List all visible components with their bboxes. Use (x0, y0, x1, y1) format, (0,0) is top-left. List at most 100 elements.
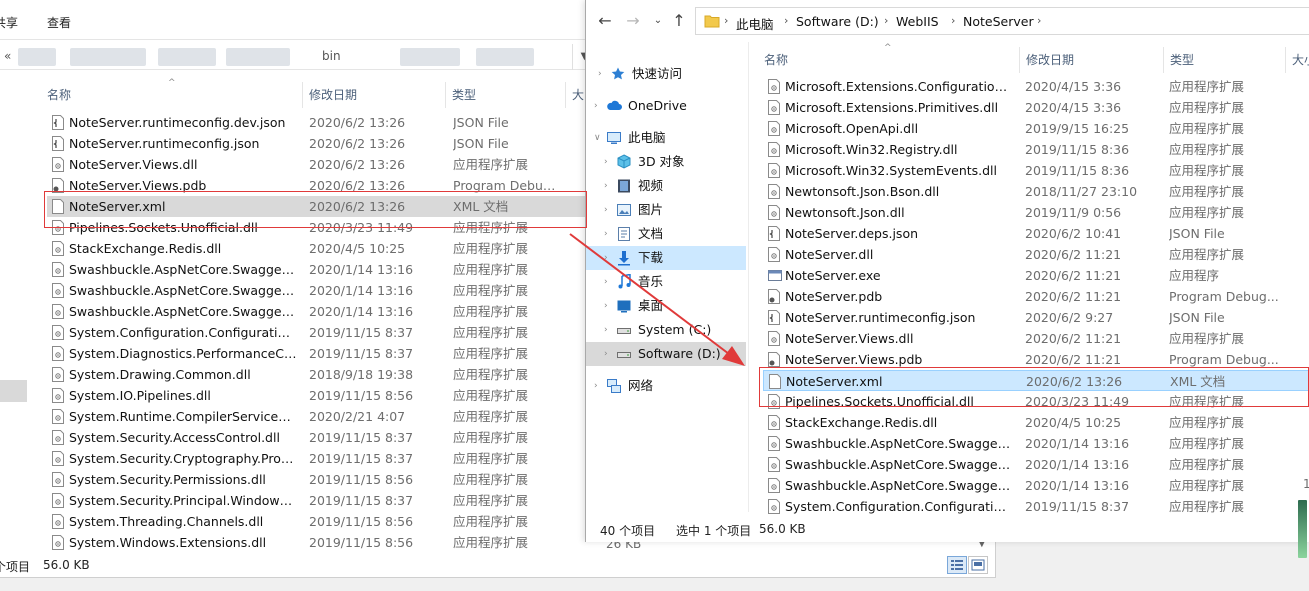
file-row[interactable]: System.Drawing.Common.dll 2018/9/18 19:38… (47, 364, 587, 385)
file-row[interactable]: Microsoft.Extensions.Primitives.dll 2020/… (763, 97, 1309, 118)
right-address-bar[interactable]: › 此电脑 › Software (D:) › WebIIS › NoteSer… (695, 7, 1309, 35)
file-row[interactable]: System.Diagnostics.PerformanceCou... 2019… (47, 343, 587, 364)
file-row[interactable]: Newtonsoft.Json.Bson.dll 2018/11/27 23:10… (763, 181, 1309, 202)
file-row[interactable]: System.Security.Permissions.dll 2019/11/1… (47, 469, 587, 490)
nav-item-label: 此电脑 (628, 130, 666, 145)
file-row[interactable]: Pipelines.Sockets.Unofficial.dll 2020/3/2… (47, 217, 587, 238)
blurred-path (70, 48, 146, 66)
column-name[interactable]: 名称 (758, 47, 1020, 73)
breadcrumb-this-pc[interactable]: 此电脑 (736, 14, 774, 33)
column-date[interactable]: 修改日期 (1020, 47, 1164, 73)
expand-icon[interactable]: › (604, 174, 608, 198)
file-date: 2019/11/15 8:36 (1025, 163, 1130, 178)
file-row[interactable]: Swashbuckle.AspNetCore.SwaggerUI... 2020/… (47, 301, 587, 322)
breadcrumb-noteserver[interactable]: NoteServer (963, 14, 1034, 29)
file-row[interactable]: Swashbuckle.AspNetCore.SwaggerG... 2020/1… (763, 454, 1309, 475)
file-row[interactable]: Swashbuckle.AspNetCore.SwaggerG... 2020/1… (47, 280, 587, 301)
ribbon-tab-share[interactable]: 共享 (0, 14, 18, 31)
file-row[interactable]: Microsoft.Win32.SystemEvents.dll 2019/11/… (763, 160, 1309, 181)
expand-icon[interactable]: › (594, 94, 598, 118)
address-overflow-chevron[interactable]: « (4, 49, 11, 63)
file-row[interactable]: NoteServer.dll 2020/6/2 11:21 应用程序扩展 (763, 244, 1309, 265)
column-name[interactable]: 名称 (41, 82, 303, 108)
nav-item[interactable]: › 快速访问 (586, 62, 746, 86)
expand-icon[interactable]: › (604, 318, 608, 342)
file-row[interactable]: Swashbuckle.AspNetCore.Swagger.dll 2020/1… (763, 433, 1309, 454)
expand-icon[interactable]: › (604, 246, 608, 270)
details-view-button[interactable] (947, 556, 967, 574)
file-row[interactable]: NoteServer.runtimeconfig.dev.json 2020/6/… (47, 112, 587, 133)
nav-item[interactable]: › System (C:) (586, 318, 746, 342)
back-icon[interactable]: ← (596, 12, 614, 30)
column-size[interactable]: 大小 (1286, 47, 1309, 73)
expand-icon[interactable]: › (604, 294, 608, 318)
file-row[interactable]: System.Security.AccessControl.dll 2019/11… (47, 427, 587, 448)
file-row[interactable]: NoteServer.exe 2020/6/2 11:21 应用程序 (763, 265, 1309, 286)
file-row[interactable]: NoteServer.xml 2020/6/2 13:26 XML 文档 (47, 196, 587, 217)
file-row[interactable]: NoteServer.Views.pdb 2020/6/2 11:21 Progra… (763, 349, 1309, 370)
file-name: NoteServer.runtimeconfig.json (69, 136, 260, 151)
expand-icon[interactable]: › (604, 342, 608, 366)
file-row[interactable]: Pipelines.Sockets.Unofficial.dll 2020/3/2… (763, 391, 1309, 412)
file-date: 2020/1/14 13:16 (309, 304, 414, 319)
file-row[interactable]: Microsoft.Extensions.Configuration.dll 20… (763, 76, 1309, 97)
file-row[interactable]: System.Runtime.CompilerServices.Un... 202… (47, 406, 587, 427)
file-row[interactable]: Swashbuckle.AspNetCore.SwaggerUI... 2020/… (763, 475, 1309, 496)
expand-icon[interactable]: › (594, 374, 598, 398)
expand-icon[interactable]: › (604, 270, 608, 294)
file-row[interactable]: Microsoft.OpenApi.dll 2019/9/15 16:25 应用程序… (763, 118, 1309, 139)
left-item-count: 个项目 (0, 560, 31, 574)
file-row[interactable]: System.Security.Principal.Windows.dll 201… (47, 490, 587, 511)
expand-icon[interactable]: › (604, 222, 608, 246)
nav-item[interactable]: › 音乐 (586, 270, 746, 294)
file-name: StackExchange.Redis.dll (69, 241, 222, 256)
file-row[interactable]: Newtonsoft.Json.dll 2019/11/9 0:56 应用程序扩展 (763, 202, 1309, 223)
file-row[interactable]: NoteServer.xml 2020/6/2 13:26 XML 文档 (763, 370, 1309, 391)
file-row[interactable]: StackExchange.Redis.dll 2020/4/5 10:25 应用程… (763, 412, 1309, 433)
forward-icon[interactable]: → (624, 12, 642, 30)
nav-item[interactable]: › 图片 (586, 198, 746, 222)
file-row[interactable]: NoteServer.runtimeconfig.json 2020/6/2 13… (47, 133, 587, 154)
file-row[interactable]: System.Windows.Extensions.dll 2019/11/15 … (47, 532, 587, 553)
file-row[interactable]: NoteServer.runtimeconfig.json 2020/6/2 9:… (763, 307, 1309, 328)
file-row[interactable]: System.IO.Pipelines.dll 2019/11/15 8:56 应用… (47, 385, 587, 406)
file-row[interactable]: StackExchange.Redis.dll 2020/4/5 10:25 应用程… (47, 238, 587, 259)
breadcrumb-software-d[interactable]: Software (D:) (796, 14, 879, 29)
file-row[interactable]: NoteServer.pdb 2020/6/2 11:21 Program Debu… (763, 286, 1309, 307)
nav-item[interactable]: ∨ 此电脑 (586, 126, 746, 150)
nav-item[interactable]: › OneDrive (586, 94, 746, 118)
ribbon-tab-view[interactable]: 查看 (47, 14, 71, 31)
column-type[interactable]: 类型 (446, 82, 566, 108)
breadcrumb-webiis[interactable]: WebIIS (896, 14, 939, 29)
nav-item[interactable]: › 网络 (586, 374, 746, 398)
collapse-icon[interactable]: ∨ (594, 126, 601, 150)
file-row[interactable]: NoteServer.deps.json 2020/6/2 10:41 JSON F… (763, 223, 1309, 244)
address-segment-bin[interactable]: bin (322, 49, 341, 63)
column-date[interactable]: 修改日期 (303, 82, 446, 108)
expand-icon[interactable]: › (598, 62, 602, 86)
file-row[interactable]: Swashbuckle.AspNetCore.Swagger.dll 2020/1… (47, 259, 587, 280)
file-row[interactable]: NoteServer.Views.pdb 2020/6/2 13:26 Progra… (47, 175, 587, 196)
column-type[interactable]: 类型 (1164, 47, 1286, 73)
expand-icon[interactable]: › (604, 150, 608, 174)
up-icon[interactable]: ↑ (670, 12, 688, 30)
nav-item[interactable]: › Software (D:) (586, 342, 746, 366)
nav-item[interactable]: › 文档 (586, 222, 746, 246)
file-date: 2020/1/14 13:16 (1025, 457, 1130, 472)
expand-icon[interactable]: › (604, 198, 608, 222)
file-row[interactable]: NoteServer.Views.dll 2020/6/2 11:21 应用程序扩展 (763, 328, 1309, 349)
file-row[interactable]: System.Threading.Channels.dll 2019/11/15 … (47, 511, 587, 532)
nav-item[interactable]: › 下载 (586, 246, 746, 270)
nav-item[interactable]: › 桌面 (586, 294, 746, 318)
large-icons-view-button[interactable] (968, 556, 988, 574)
json-icon (768, 226, 780, 241)
recent-locations-icon[interactable]: ⌄ (649, 12, 667, 30)
file-row[interactable]: Microsoft.Win32.Registry.dll 2019/11/15 8… (763, 139, 1309, 160)
file-row[interactable]: System.Configuration.ConfigurationM... 20… (763, 496, 1309, 517)
file-row[interactable]: NoteServer.Views.dll 2020/6/2 13:26 应用程序扩展 (47, 154, 587, 175)
nav-item[interactable]: › 3D 对象 (586, 150, 746, 174)
nav-item[interactable]: › 视频 (586, 174, 746, 198)
xml-icon (52, 199, 64, 214)
file-row[interactable]: System.Configuration.ConfigurationM... 20… (47, 322, 587, 343)
file-row[interactable]: System.Security.Cryptography.Protect... 2… (47, 448, 587, 469)
